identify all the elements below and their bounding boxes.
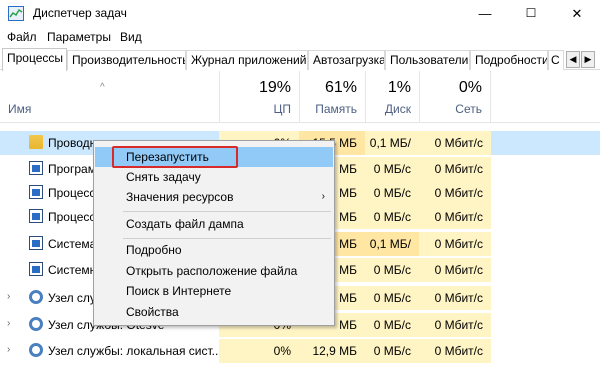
menu-item-label: Значения ресурсов [126, 190, 234, 204]
process-name: Процесс [48, 210, 96, 224]
disk-label: Диск [384, 102, 411, 116]
window-icon [29, 185, 43, 199]
tab-processes[interactable]: Процессы [2, 48, 67, 71]
gear-icon [29, 290, 43, 304]
memory-label: Память [315, 102, 357, 116]
network-value: 0 Мбит/с [419, 286, 491, 310]
disk-value: 0 МБ/с [365, 205, 419, 229]
tab-scroll-right-icon[interactable]: ▶ [581, 51, 595, 68]
tab-users[interactable]: Пользователи [385, 50, 470, 70]
highlight-callout [112, 146, 238, 168]
menu-item-search-online[interactable]: Поиск в Интернете [95, 281, 333, 301]
menu-item-end-task[interactable]: Снять задачу [95, 167, 333, 187]
cpu-label: ЦП [273, 102, 291, 116]
menu-item-resource-values[interactable]: Значения ресурсов › [95, 187, 333, 207]
disk-value: 0 МБ/с [365, 339, 419, 363]
window-icon [29, 209, 43, 223]
menu-item-properties[interactable]: Свойства [95, 302, 333, 322]
submenu-arrow-icon: › [321, 191, 325, 202]
disk-value: 0 МБ/с [365, 313, 419, 337]
network-value: 0 Мбит/с [419, 258, 491, 282]
process-name: Системн [48, 263, 97, 277]
menu-file[interactable]: Файл [7, 30, 37, 44]
tab-startup[interactable]: Автозагрузка [308, 50, 385, 70]
network-value: 0 Мбит/с [419, 131, 491, 155]
network-value: 0 Мбит/с [419, 313, 491, 337]
close-button[interactable]: ✕ [554, 0, 600, 27]
menu-separator [123, 238, 331, 239]
network-label: Сеть [455, 102, 482, 116]
disk-value: 0 МБ/с [365, 181, 419, 205]
tab-strip: Процессы Производительность Журнал прило… [0, 48, 600, 71]
menu-bar: Файл Параметры Вид [0, 27, 600, 47]
expand-chevron-icon[interactable]: › [7, 318, 10, 329]
task-manager-icon [8, 6, 24, 21]
gear-icon [29, 343, 43, 357]
memory-total: 61% [324, 79, 357, 96]
process-name: Програм [48, 162, 96, 176]
memory-value: 12,9 МБ [299, 339, 365, 363]
column-network[interactable]: 0% Сеть [419, 71, 491, 123]
process-row[interactable]: › Узел службы: локальная сист... 0% 12,9… [0, 339, 600, 363]
expand-chevron-icon[interactable]: › [7, 291, 10, 302]
disk-total: 1% [387, 79, 411, 96]
tab-scroll-left-icon[interactable]: ◀ [566, 51, 580, 68]
tab-performance[interactable]: Производительность [67, 50, 186, 70]
process-name: Узел службы: локальная сист... [48, 344, 222, 358]
title-bar: Диспетчер задач — ☐ ✕ [0, 0, 600, 27]
window-title: Диспетчер задач [33, 6, 127, 20]
disk-value: 0 МБ/с [365, 286, 419, 310]
network-value: 0 Мбит/с [419, 205, 491, 229]
network-total: 0% [458, 79, 482, 96]
network-value: 0 Мбит/с [419, 181, 491, 205]
menu-item-details[interactable]: Подробно [95, 240, 333, 260]
menu-view[interactable]: Вид [120, 30, 142, 44]
column-disk[interactable]: 1% Диск [365, 71, 419, 123]
column-memory[interactable]: 61% Память [299, 71, 365, 123]
disk-value: 0 МБ/с [365, 258, 419, 282]
process-name: Система [48, 237, 97, 251]
menu-options[interactable]: Параметры [47, 30, 111, 44]
column-header: ^ Имя 19% ЦП 61% Память 1% Диск 0% Сеть [0, 71, 600, 123]
window-icon [29, 161, 43, 175]
disk-value: 0 МБ/с [365, 157, 419, 181]
maximize-button[interactable]: ☐ [508, 0, 554, 27]
column-cpu[interactable]: 19% ЦП [219, 71, 299, 123]
network-value: 0 Мбит/с [419, 339, 491, 363]
gear-icon [29, 317, 43, 331]
sort-arrow-icon[interactable]: ^ [100, 82, 105, 93]
disk-value: 0,1 МБ/с [365, 232, 419, 275]
cpu-total: 19% [258, 79, 291, 96]
menu-item-create-dump[interactable]: Создать файл дампа [95, 214, 333, 234]
disk-value: 0,1 МБ/с [365, 131, 419, 174]
menu-item-open-location[interactable]: Открыть расположение файла [95, 261, 333, 281]
minimize-button[interactable]: — [462, 0, 508, 27]
network-value: 0 Мбит/с [419, 232, 491, 256]
folder-icon [29, 135, 43, 149]
window-icon [29, 236, 43, 250]
process-name: Процесс [48, 186, 96, 200]
expand-chevron-icon[interactable]: › [7, 344, 10, 355]
tab-details[interactable]: Подробности [470, 50, 548, 70]
column-name[interactable]: Имя [8, 102, 31, 116]
window-icon [29, 262, 43, 276]
cpu-value: 0% [219, 339, 299, 363]
menu-separator [123, 211, 331, 212]
network-value: 0 Мбит/с [419, 157, 491, 181]
tab-services[interactable]: С [548, 50, 564, 70]
tab-app-history[interactable]: Журнал приложений [186, 50, 308, 70]
